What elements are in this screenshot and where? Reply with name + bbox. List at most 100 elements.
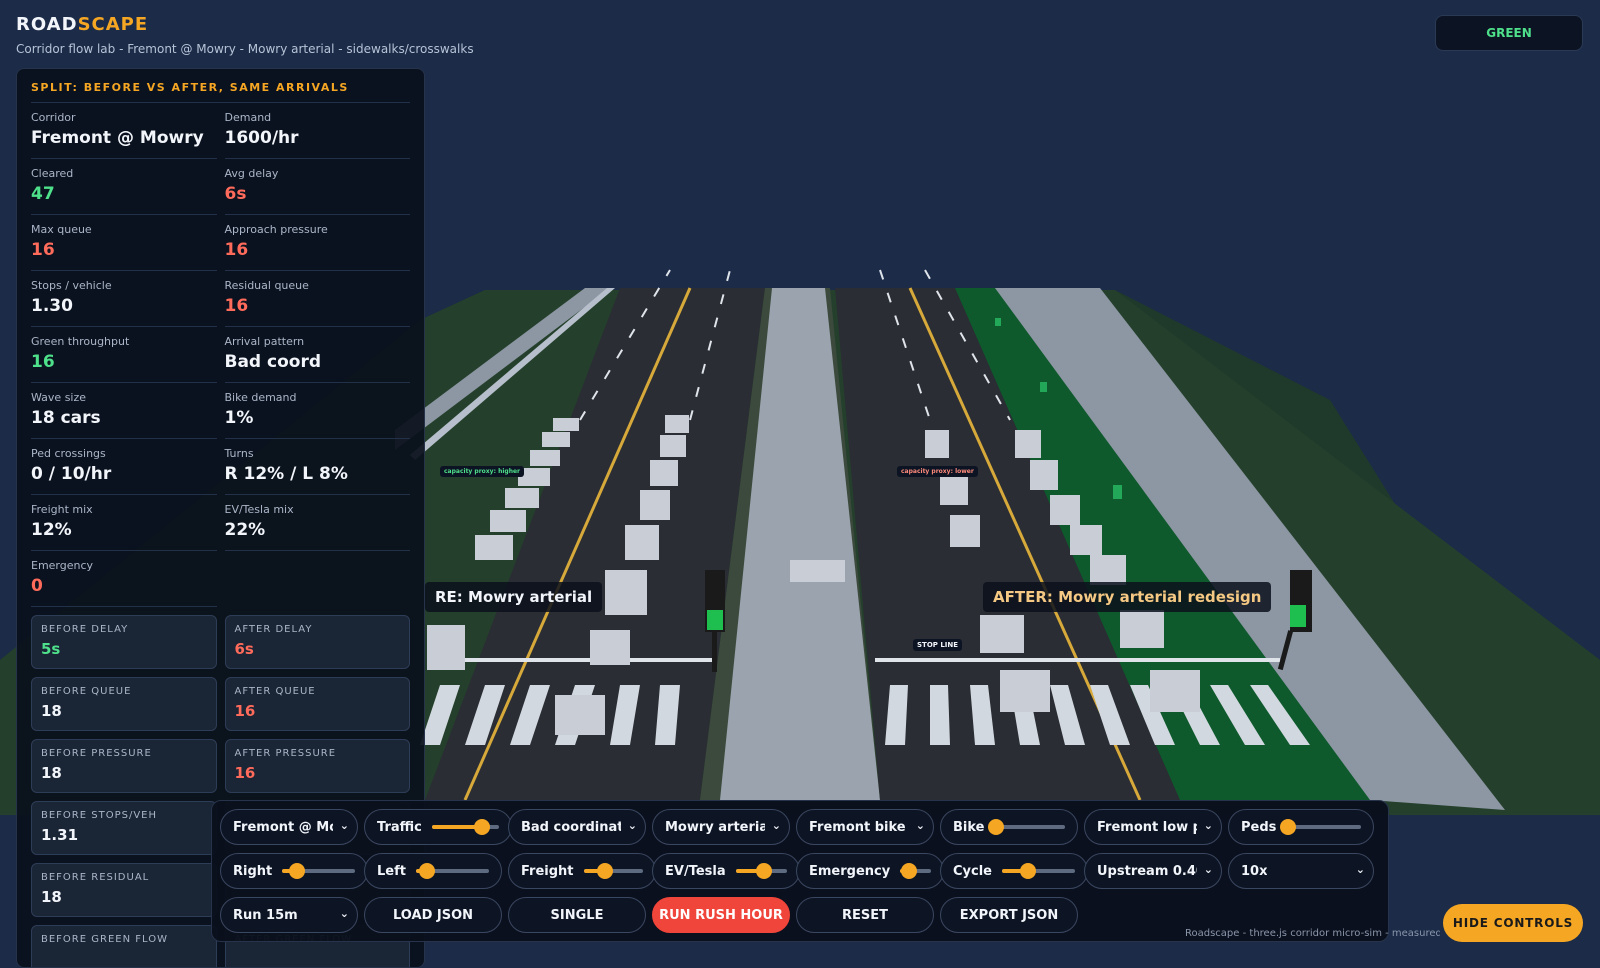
stat-item: EV/Tesla mix 22% [224,495,410,551]
slider-knob[interactable] [987,819,1004,835]
before-scene-label: RE: Mowry arterial [425,582,603,612]
emergency-slider[interactable] [900,863,931,879]
stat-item: Corridor Fremont @ Mowry [31,103,217,159]
chevron-down-icon: ⌄ [1203,863,1213,876]
speed-value: 10x [1241,863,1268,879]
peds-slider[interactable] [1279,819,1361,835]
chevron-down-icon: ⌄ [627,819,637,832]
chevron-down-icon: ⌄ [1355,863,1365,876]
emergency-label: Emergency [809,863,891,879]
ev-slider[interactable] [735,863,787,879]
slider-knob[interactable] [1279,819,1296,835]
chevron-down-icon: ⌄ [339,907,349,920]
slider-knob[interactable] [474,819,491,835]
load-json-button[interactable]: LOAD JSON [364,897,502,933]
peds-select-value: Fremont low peds [1097,819,1197,835]
bike-infra-select[interactable]: Fremont bike ~1% ⌄ [796,809,934,845]
stat-item: Ped crossings 0 / 10/hr [31,439,217,495]
slider-knob[interactable] [288,863,305,879]
stat-label: Turns [224,447,254,460]
stat-value: 1.30 [31,296,73,316]
controls-bar: Fremont @ Mowry ⌄ Traffic Bad coordinatio… [211,800,1389,942]
chevron-down-icon: ⌄ [915,819,925,832]
stat-label: Ped crossings [31,447,106,460]
duration-value: Run 15m [233,907,298,923]
stat-value: 1600/hr [224,128,299,148]
traffic-label: Traffic [377,819,422,835]
single-button[interactable]: SINGLE [508,897,646,933]
speed-select[interactable]: 10x ⌄ [1228,853,1374,889]
stat-value: 0 / 10/hr [31,464,112,484]
arrival-pattern-select[interactable]: Bad coordination ⌄ [508,809,646,845]
stat-value: 18 cars [31,408,101,428]
comparison-card: BEFORE QUEUE 18 [31,677,217,731]
emergency-slider-group: Emergency [796,853,944,889]
card-value: 18 [41,888,62,906]
comparison-card: BEFORE RESIDUAL 18 [31,863,217,917]
card-label: BEFORE RESIDUAL [41,872,150,883]
left-turn-slider[interactable] [415,863,489,879]
brand-part-road: ROAD [16,14,78,35]
card-label: AFTER DELAY [234,624,313,635]
stat-item: Demand 1600/hr [224,103,410,159]
freight-slider[interactable] [583,863,643,879]
cycle-slider[interactable] [1002,863,1075,879]
traffic-slider[interactable] [431,819,499,835]
peds-slider-group: Peds [1228,809,1374,845]
design-select[interactable]: Mowry arterial ⌄ [652,809,790,845]
card-label: BEFORE GREEN FLOW [41,934,168,945]
hide-controls-button[interactable]: HIDE CONTROLS [1443,904,1583,942]
card-value: 18 [41,764,62,782]
app-subtitle: Corridor flow lab - Fremont @ Mowry - Mo… [16,42,474,56]
stat-label: Stops / vehicle [31,279,112,292]
stop-line-label: STOP LINE [913,639,963,651]
corridor-select[interactable]: Fremont @ Mowry ⌄ [220,809,358,845]
bike-infra-value: Fremont bike ~1% [809,819,909,835]
duration-select[interactable]: Run 15m ⌄ [220,897,358,933]
stat-item: Stops / vehicle 1.30 [31,271,217,327]
slider-knob[interactable] [418,863,435,879]
footer-credits: Roadscape - three.js corridor micro-sim … [1185,928,1440,939]
peds-select[interactable]: Fremont low peds ⌄ [1084,809,1222,845]
card-value: 18 [41,702,62,720]
slider-knob[interactable] [901,863,918,879]
cycle-slider-group: Cycle [940,853,1088,889]
run-rush-hour-button[interactable]: RUN RUSH HOUR [652,897,790,933]
stat-value: 16 [224,240,249,260]
stats-grid: Corridor Fremont @ Mowry Demand 1600/hr Clea… [31,103,410,607]
bike-slider[interactable] [987,819,1065,835]
stat-value: 16 [31,240,55,260]
bike-slider-group: Bike [940,809,1078,845]
slider-knob[interactable] [596,863,613,879]
stat-item: Cleared 47 [31,159,217,215]
card-label: BEFORE DELAY [41,624,129,635]
export-json-button[interactable]: EXPORT JSON [940,897,1078,933]
signal-state-badge: GREEN [1435,15,1583,51]
freight-slider-group: Freight [508,853,656,889]
comparison-card: BEFORE STOPS/VEH 1.31 [31,801,217,855]
card-value: 5s [41,640,61,658]
ev-slider-group: EV/Tesla [652,853,800,889]
card-label: AFTER QUEUE [234,686,316,697]
traffic-slider-group: Traffic [364,809,512,845]
right-turn-slider[interactable] [282,863,355,879]
stat-value: 16 [224,296,249,316]
chevron-down-icon: ⌄ [339,819,349,832]
slider-knob[interactable] [755,863,772,879]
stat-value: 0 [31,576,43,596]
comparison-card: AFTER DELAY 6s [224,615,410,669]
comparison-card: BEFORE DELAY 5s [31,615,217,669]
peds-label: Peds [1241,819,1277,835]
stat-value: 12% [31,520,72,540]
ev-label: EV/Tesla [665,863,726,879]
upstream-select[interactable]: Upstream 0.40 min ⌄ [1084,853,1222,889]
slider-knob[interactable] [1020,863,1037,879]
stat-value: 6s [224,184,247,204]
stat-item: Max queue 16 [31,215,217,271]
reset-button[interactable]: RESET [796,897,934,933]
chevron-down-icon: ⌄ [1203,819,1213,832]
stat-item: Avg delay 6s [224,159,410,215]
capacity-proxy-before-label: capacity proxy: higher [440,466,524,477]
after-scene-label: AFTER: Mowry arterial redesign [983,582,1272,612]
stat-label: Arrival pattern [224,335,305,348]
